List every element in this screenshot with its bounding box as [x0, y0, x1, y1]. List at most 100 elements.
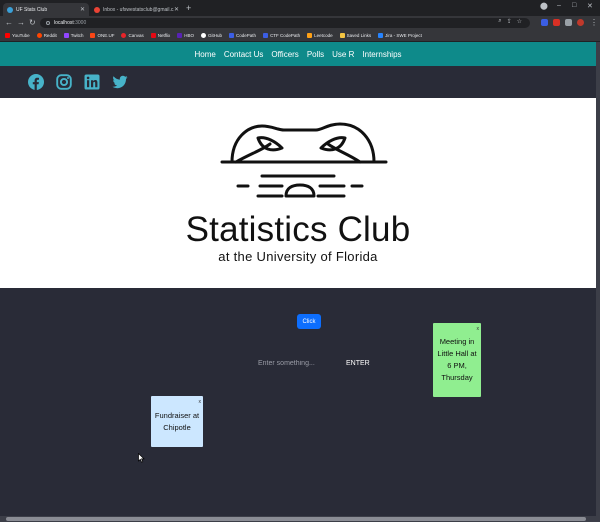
close-icon[interactable]: x [199, 396, 202, 408]
nav-polls[interactable]: Polls [307, 50, 324, 59]
bookmark-saved-links[interactable]: Saved Links [339, 33, 372, 38]
new-tab-button[interactable]: + [186, 3, 191, 13]
vertical-scrollbar[interactable] [596, 42, 600, 516]
hero-subtitle: at the University of Florida [218, 249, 378, 264]
twitch-icon [63, 33, 69, 38]
bookmark-twitch[interactable]: Twitch [63, 33, 84, 38]
close-icon[interactable]: ✕ [174, 6, 179, 13]
instagram-icon[interactable] [56, 74, 72, 90]
back-arrow-icon[interactable]: ← [5, 18, 13, 27]
netflix-icon [150, 33, 156, 38]
click-button[interactable]: Click [297, 314, 321, 329]
bookmark-canvas[interactable]: Canvas [121, 33, 144, 38]
bookmark-ctf-codepath[interactable]: CTF CodePath [263, 33, 300, 38]
bookmark-leetcode[interactable]: Leetcode [307, 33, 333, 38]
github-icon [201, 33, 207, 38]
bookmark-label: Jira - SWE Project [385, 33, 422, 38]
favicon-icon [7, 6, 13, 13]
share-icon[interactable]: ⇪ [507, 18, 512, 25]
one-uf-icon [90, 33, 96, 38]
twitter-icon[interactable] [112, 74, 128, 90]
nav-use-r[interactable]: Use R [332, 50, 354, 59]
nav-home[interactable]: Home [194, 50, 215, 59]
linkedin-icon[interactable] [84, 74, 100, 90]
zoom-icon[interactable]: ⌕ [498, 18, 501, 25]
extension-shield-icon[interactable] [541, 19, 548, 26]
bookmark-jira[interactable]: Jira - SWE Project [378, 33, 422, 38]
bookmark-reddit[interactable]: Reddit [36, 33, 57, 38]
sticky-note[interactable]: x Fundraiser at Chipotle [151, 396, 203, 447]
bookmark-label: HBO [184, 33, 195, 38]
menu-kebab-icon[interactable]: ⋮ [590, 18, 598, 27]
jira-icon [378, 33, 384, 38]
bookmark-netflix[interactable]: Netflix [150, 33, 171, 38]
url-host: localhost [54, 20, 74, 26]
hbo-icon [177, 33, 183, 38]
maximize-button[interactable]: □ [572, 2, 576, 9]
social-links [28, 74, 128, 90]
enter-button[interactable]: ENTER [346, 356, 370, 370]
scrollbar-thumb[interactable] [6, 517, 586, 521]
bookmark-github[interactable]: GitHub [201, 33, 222, 38]
horizontal-scrollbar[interactable] [0, 516, 600, 522]
info-icon [46, 21, 50, 25]
forward-arrow-icon[interactable]: → [17, 18, 25, 27]
nav-contact-us[interactable]: Contact Us [224, 50, 264, 59]
bookmark-label: Canvas [128, 33, 144, 38]
close-icon[interactable]: x [477, 323, 480, 335]
bookmark-label: Twitch [70, 33, 84, 38]
canvas-icon [121, 33, 127, 38]
bookmark-label: CTF CodePath [270, 33, 301, 38]
bookmark-hbo[interactable]: HBO [177, 33, 194, 38]
facebook-icon[interactable] [28, 74, 44, 90]
bookmarks-bar: YouTube Reddit Twitch ONE.UF Canvas Netf… [0, 30, 600, 42]
site-navbar: Home Contact Us Officers Polls Use R Int… [0, 42, 596, 66]
nav-officers[interactable]: Officers [271, 50, 298, 59]
minimize-button[interactable]: – [557, 2, 561, 9]
tab-title: UF Stats Club [16, 6, 48, 13]
hero-title: Statistics Club [185, 210, 411, 249]
browser-toolbar: ← → ↻ localhost:3000 ⌕ ⇪ ☆ ⋮ [0, 16, 600, 30]
folder-icon [339, 33, 345, 38]
gmail-icon [94, 6, 100, 13]
sticky-note[interactable]: x Meeting in Little Hall at 6 PM, Thursd… [433, 323, 481, 397]
hero-banner: Statistics Club at the University of Flo… [0, 98, 596, 288]
bookmark-label: Reddit [43, 33, 57, 38]
codepath-icon [229, 33, 235, 38]
codepath-icon [263, 33, 269, 38]
bookmark-label: Saved Links [346, 33, 372, 38]
close-icon[interactable]: ✕ [80, 6, 85, 13]
window-close-button[interactable]: ✕ [587, 2, 593, 10]
bookmark-label: ONE.UF [97, 33, 115, 38]
note-text: Meeting in Little Hall at 6 PM, Thursday [437, 337, 477, 382]
gator-logo-icon [220, 122, 388, 198]
bookmark-star-icon[interactable]: ☆ [517, 18, 522, 25]
extension-red-icon[interactable] [553, 19, 560, 26]
profile-icon[interactable]: ⬤ [540, 2, 548, 10]
bookmark-youtube[interactable]: YouTube [5, 33, 30, 38]
address-bar[interactable]: localhost:3000 ⌕ ⇪ ☆ [40, 18, 530, 28]
mouse-cursor-icon [138, 453, 145, 463]
bookmark-label: YouTube [12, 33, 30, 38]
note-input-row: ENTER [250, 356, 390, 370]
url-port: :3000 [73, 20, 87, 26]
tab-inbox[interactable]: Inbox - ufswestatsclub@gmail.c... ✕ [90, 3, 183, 16]
browser-tab-strip: UF Stats Club ✕ Inbox - ufswestatsclub@g… [0, 0, 600, 16]
bookmark-label: Leetcode [314, 33, 333, 38]
nav-internships[interactable]: Internships [362, 50, 401, 59]
profile-avatar-icon[interactable] [577, 19, 584, 26]
tab-title: Inbox - ufswestatsclub@gmail.c... [103, 6, 174, 13]
reddit-icon [36, 33, 42, 38]
bookmark-one-uf[interactable]: ONE.UF [90, 33, 114, 38]
bookmark-label: Netflix [157, 33, 171, 38]
tab-uf-stats-club[interactable]: UF Stats Club ✕ [3, 3, 89, 16]
youtube-icon [5, 33, 10, 38]
reload-icon[interactable]: ↻ [29, 18, 36, 27]
bookmark-label: CodePath [236, 33, 257, 38]
bookmark-codepath[interactable]: CodePath [229, 33, 256, 38]
note-text-input[interactable] [250, 356, 340, 370]
leetcode-icon [307, 33, 313, 38]
extensions-puzzle-icon[interactable] [565, 19, 572, 26]
note-text: Fundraiser at Chipotle [154, 410, 200, 432]
bookmark-label: GitHub [208, 33, 223, 38]
